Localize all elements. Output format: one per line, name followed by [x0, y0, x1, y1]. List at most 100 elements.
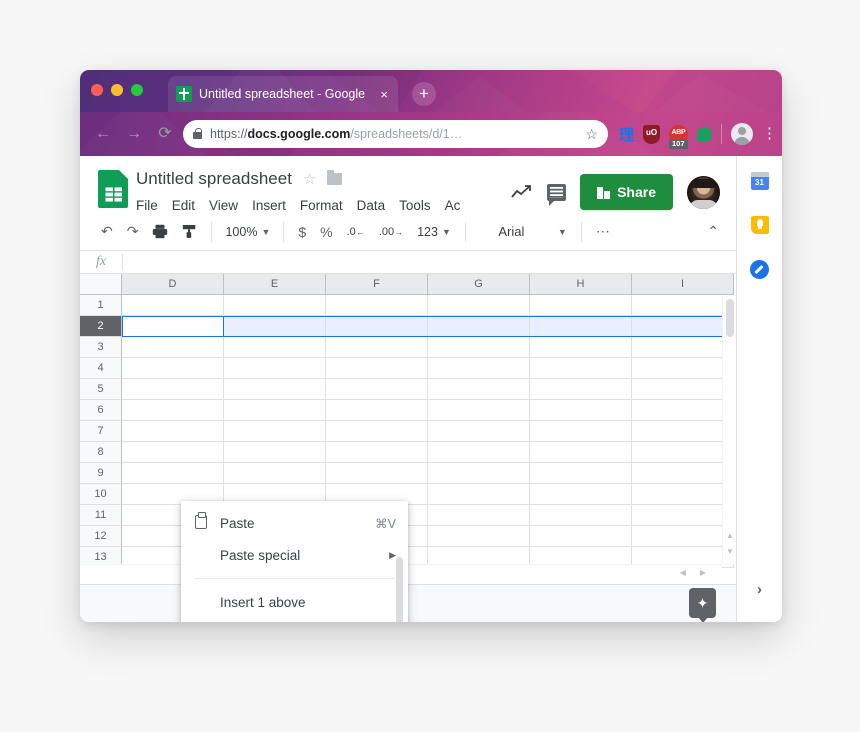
close-tab-icon[interactable]: × — [378, 87, 390, 102]
paint-format-button[interactable] — [175, 219, 204, 245]
share-button[interactable]: Share — [580, 174, 673, 210]
cell-F8[interactable] — [326, 442, 428, 463]
cell-G5[interactable] — [428, 379, 530, 400]
menu-item-view[interactable]: View — [209, 198, 238, 213]
number-format-selector[interactable]: 123 ▼ — [410, 219, 458, 245]
cell-G9[interactable] — [428, 463, 530, 484]
cell-H10[interactable] — [530, 484, 632, 505]
context-menu-item-insert-below[interactable]: Insert 1 below — [181, 618, 408, 622]
browser-tab[interactable]: Untitled spreadsheet - Google × — [168, 76, 398, 112]
user-account-avatar[interactable] — [687, 175, 720, 209]
vertical-scrollbar[interactable]: ▲ ▼ — [722, 295, 736, 564]
column-header-i[interactable]: I — [632, 274, 734, 295]
new-tab-button[interactable]: + — [412, 82, 436, 106]
cell-F6[interactable] — [326, 400, 428, 421]
profile-avatar-icon[interactable] — [731, 123, 753, 145]
cell-E7[interactable] — [224, 421, 326, 442]
cell-F5[interactable] — [326, 379, 428, 400]
grid-corner-selector[interactable] — [80, 274, 122, 295]
google-tasks-icon[interactable] — [750, 260, 769, 279]
rikaikun-extension-icon[interactable]: 理 — [619, 124, 634, 145]
percent-format-button[interactable]: % — [313, 219, 339, 245]
cell-I5[interactable] — [632, 379, 734, 400]
cell-D4[interactable] — [122, 358, 224, 379]
cell-H6[interactable] — [530, 400, 632, 421]
column-header-h[interactable]: H — [530, 274, 632, 295]
print-button[interactable] — [145, 219, 175, 245]
cell-H3[interactable] — [530, 337, 632, 358]
cell-D7[interactable] — [122, 421, 224, 442]
cell-I10[interactable] — [632, 484, 734, 505]
collapse-toolbar-button[interactable]: ⌃ — [700, 219, 726, 245]
cell-D5[interactable] — [122, 379, 224, 400]
row-header-1[interactable]: 1 — [80, 295, 122, 316]
cell-D1[interactable] — [122, 295, 224, 316]
cell-G4[interactable] — [428, 358, 530, 379]
menu-item-format[interactable]: Format — [300, 198, 343, 213]
move-to-folder-icon[interactable] — [327, 170, 343, 185]
cell-F9[interactable] — [326, 463, 428, 484]
comment-icon[interactable] — [547, 183, 567, 206]
cell-G8[interactable] — [428, 442, 530, 463]
decrease-decimal-button[interactable]: .0 ← — [340, 219, 372, 245]
menu-item-file[interactable]: File — [136, 198, 158, 213]
bookmark-star-icon[interactable]: ☆ — [585, 126, 598, 143]
cell-H1[interactable] — [530, 295, 632, 316]
cell-G3[interactable] — [428, 337, 530, 358]
cell-G1[interactable] — [428, 295, 530, 316]
cell-E9[interactable] — [224, 463, 326, 484]
cell-E5[interactable] — [224, 379, 326, 400]
google-sheets-logo[interactable] — [98, 170, 128, 208]
cell-G12[interactable] — [428, 526, 530, 547]
context-menu-item-insert-above[interactable]: Insert 1 above — [181, 586, 408, 618]
cell-F3[interactable] — [326, 337, 428, 358]
cell-I1[interactable] — [632, 295, 734, 316]
green-dot-extension-icon[interactable] — [697, 126, 712, 142]
cell-F4[interactable] — [326, 358, 428, 379]
cell-E1[interactable] — [224, 295, 326, 316]
page-title[interactable]: Untitled spreadsheet — [136, 169, 292, 189]
menu-item-tools[interactable]: Tools — [399, 198, 431, 213]
cell-H8[interactable] — [530, 442, 632, 463]
cell-I6[interactable] — [632, 400, 734, 421]
expand-panel-button[interactable]: › — [757, 581, 762, 598]
row-header-12[interactable]: 12 — [80, 526, 122, 547]
row-header-2[interactable]: 2 — [80, 316, 122, 337]
row-header-8[interactable]: 8 — [80, 442, 122, 463]
context-menu-item-paste-special[interactable]: Paste special ▶ — [181, 539, 408, 571]
cell-E8[interactable] — [224, 442, 326, 463]
font-family-selector[interactable]: Arial — [473, 219, 551, 245]
cell-H5[interactable] — [530, 379, 632, 400]
scroll-up-arrow[interactable]: ▲ — [726, 531, 734, 540]
cell-H11[interactable] — [530, 505, 632, 526]
formula-input[interactable] — [123, 251, 736, 273]
row-header-7[interactable]: 7 — [80, 421, 122, 442]
column-header-g[interactable]: G — [428, 274, 530, 295]
cell-G11[interactable] — [428, 505, 530, 526]
cell-I7[interactable] — [632, 421, 734, 442]
scroll-right-arrow[interactable]: ▶ — [700, 568, 706, 577]
row-header-6[interactable]: 6 — [80, 400, 122, 421]
minimize-window-button[interactable] — [111, 84, 123, 96]
context-menu-item-paste[interactable]: Paste ⌘V — [181, 507, 408, 539]
cell-G6[interactable] — [428, 400, 530, 421]
adblock-plus-extension-icon[interactable]: ABP 107 — [669, 124, 688, 149]
redo-button[interactable]: ↷ — [120, 219, 146, 245]
explore-button[interactable]: ✦ — [689, 588, 716, 622]
font-dropdown-icon[interactable]: ▼ — [551, 219, 574, 245]
cell-E6[interactable] — [224, 400, 326, 421]
star-document-icon[interactable]: ☆ — [303, 170, 316, 188]
zoom-level-selector[interactable]: 100% ▼ — [219, 219, 276, 245]
cell-I11[interactable] — [632, 505, 734, 526]
cell-G7[interactable] — [428, 421, 530, 442]
browser-menu-icon[interactable]: ⋮ — [762, 126, 777, 141]
row-header-11[interactable]: 11 — [80, 505, 122, 526]
close-window-button[interactable] — [91, 84, 103, 96]
forward-button[interactable]: → — [121, 121, 147, 147]
row-header-4[interactable]: 4 — [80, 358, 122, 379]
column-header-f[interactable]: F — [326, 274, 428, 295]
cell-F7[interactable] — [326, 421, 428, 442]
undo-button[interactable]: ↶ — [94, 219, 120, 245]
maximize-window-button[interactable] — [131, 84, 143, 96]
cell-D3[interactable] — [122, 337, 224, 358]
